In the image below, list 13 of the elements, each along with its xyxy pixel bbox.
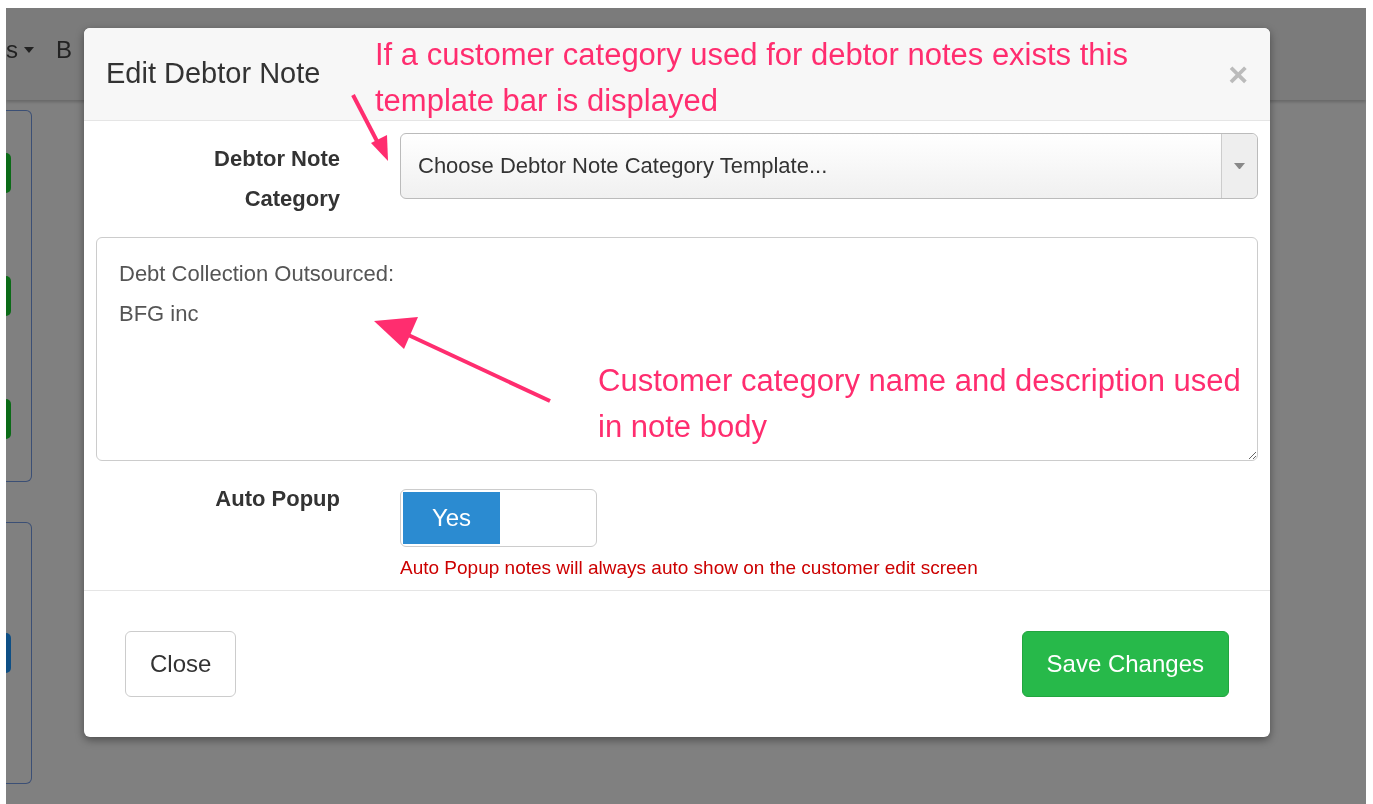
auto-popup-toggle[interactable]: Yes — [400, 489, 597, 547]
dialog-title: Edit Debtor Note — [106, 56, 321, 91]
annotation-text: Customer category name and description used in note body — [598, 362, 1242, 446]
caret-icon — [1234, 162, 1245, 170]
save-button[interactable]: Save Changes — [1021, 631, 1229, 697]
category-select[interactable]: Choose Debtor Note Category Template... — [400, 133, 1258, 199]
help-text: Auto Popup notes will always auto show on the customer edit screen — [400, 557, 979, 579]
field-label: Auto Popup — [214, 485, 340, 513]
close-button[interactable]: Close — [125, 631, 237, 697]
nav-item[interactable]: B — [56, 36, 72, 72]
nav-item[interactable]: s — [6, 36, 34, 72]
field-label: Debtor Note Category — [213, 145, 340, 213]
annotation-text: If a customer category used for debtor notes exists this template bar is displayed — [375, 36, 1129, 120]
